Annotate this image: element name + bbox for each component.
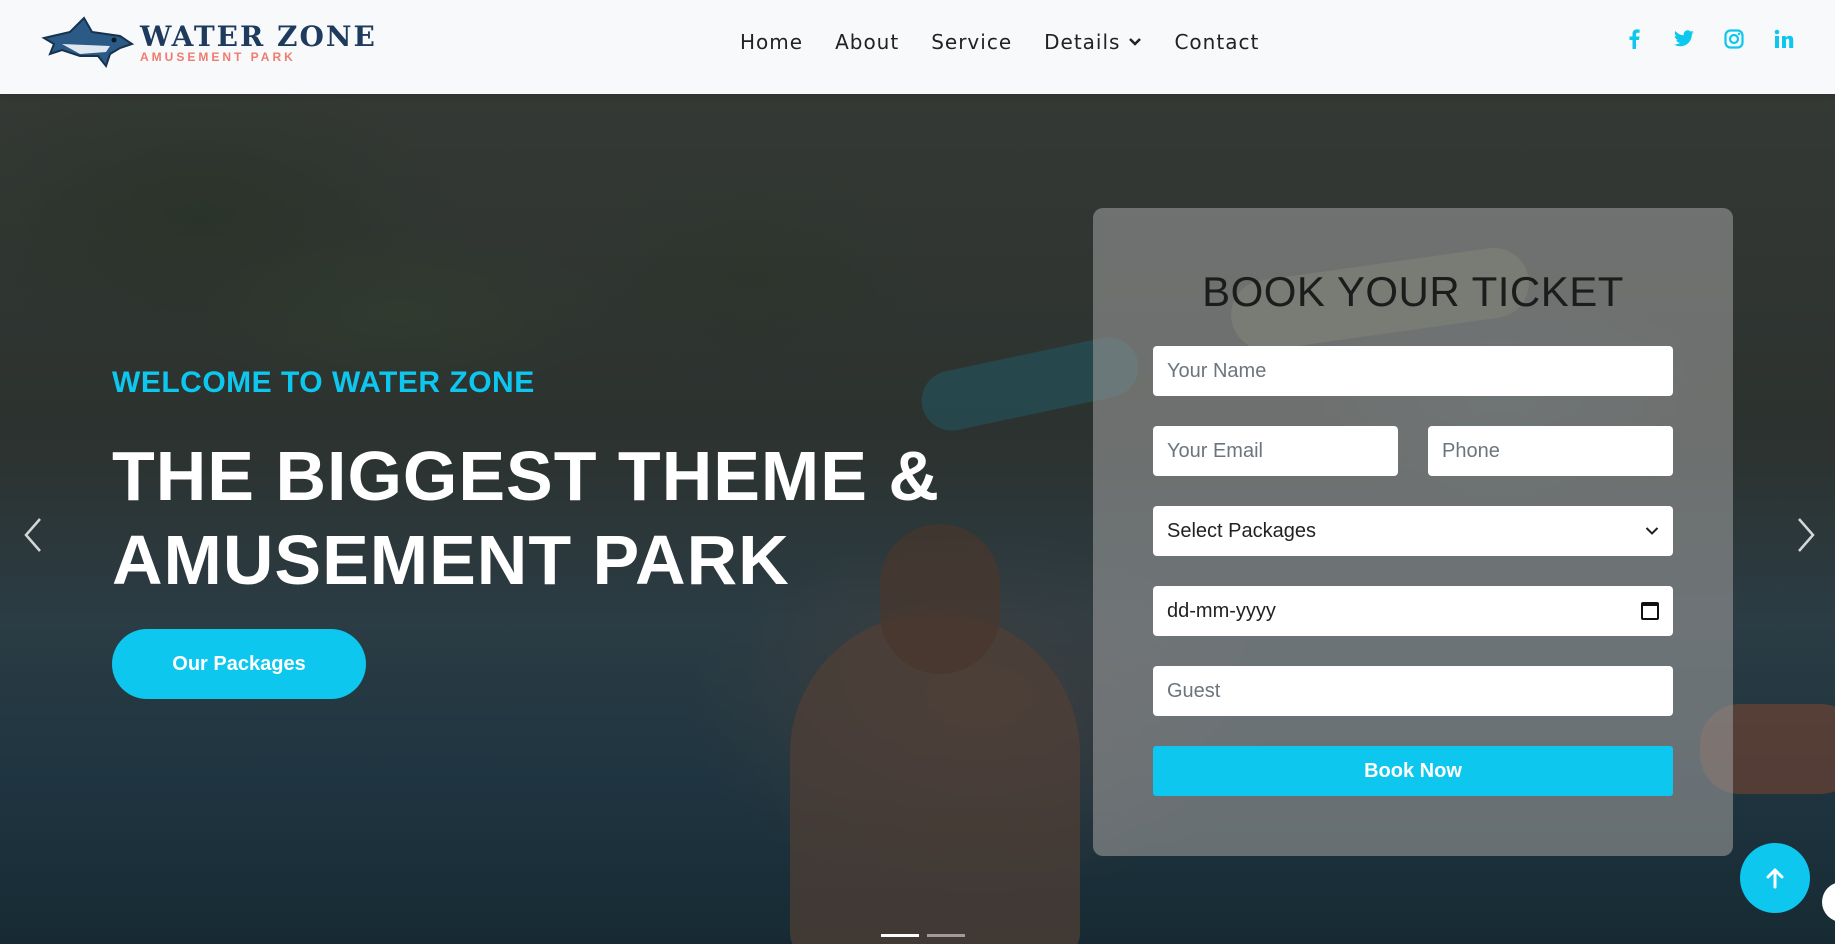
chevron-down-icon [1645,527,1659,535]
nav-home[interactable]: Home [740,30,803,54]
guest-input[interactable] [1153,666,1673,716]
nav-contact[interactable]: Contact [1174,30,1259,54]
nav-details-dropdown[interactable]: Details [1044,30,1142,54]
hero-carousel: WELCOME TO WATER ZONE THE BIGGEST THEME … [0,94,1835,944]
arrow-up-icon [1766,868,1784,889]
carousel-indicator-1[interactable] [881,934,919,937]
main-nav: Home About Service Details Contact [740,30,1291,54]
name-input[interactable] [1153,346,1673,396]
chevron-left-icon [24,518,41,552]
brand-name: WATER ZONE [140,20,377,53]
package-select-value: Select Packages [1167,519,1316,542]
carousel-next-button[interactable] [1795,514,1817,560]
social-links [1623,28,1795,50]
package-select[interactable]: Select Packages [1153,506,1673,556]
our-packages-button[interactable]: Our Packages [112,629,366,699]
booking-title: BOOK YOUR TICKET [1202,268,1624,315]
twitter-icon[interactable] [1673,28,1695,50]
email-input[interactable] [1153,426,1398,476]
nav-service[interactable]: Service [931,30,1012,54]
hero-welcome-text: WELCOME TO WATER ZONE [112,366,535,399]
nav-about[interactable]: About [835,30,899,54]
book-now-button[interactable]: Book Now [1153,746,1673,796]
carousel-prev-button[interactable] [22,514,44,560]
carousel-indicators [881,934,965,937]
hero-headline-line1: THE BIGGEST THEME & [112,437,940,515]
chevron-right-icon [1798,518,1815,552]
booking-form: BOOK YOUR TICKET Select Packages dd-mm-y… [1093,208,1733,856]
instagram-icon[interactable] [1723,28,1745,50]
calendar-icon[interactable] [1641,602,1659,620]
brand-tagline: AMUSEMENT PARK [140,50,296,64]
date-input[interactable]: dd-mm-yyyy [1153,586,1673,636]
shark-logo-icon [41,16,135,69]
brand-logo[interactable]: WATER ZONE AMUSEMENT PARK [40,14,375,74]
phone-input[interactable] [1428,426,1673,476]
chevron-down-icon [1129,38,1142,46]
back-to-top-button[interactable] [1740,843,1810,913]
facebook-icon[interactable] [1623,28,1645,50]
date-input-value: dd-mm-yyyy [1167,599,1276,622]
hero-headline: THE BIGGEST THEME & AMUSEMENT PARK [112,434,1012,602]
nav-details-label: Details [1044,30,1121,54]
hero-headline-line2: AMUSEMENT PARK [112,521,790,599]
linkedin-icon[interactable] [1773,28,1795,50]
navbar: WATER ZONE AMUSEMENT PARK Home About Ser… [0,0,1835,94]
carousel-indicator-2[interactable] [927,934,965,937]
